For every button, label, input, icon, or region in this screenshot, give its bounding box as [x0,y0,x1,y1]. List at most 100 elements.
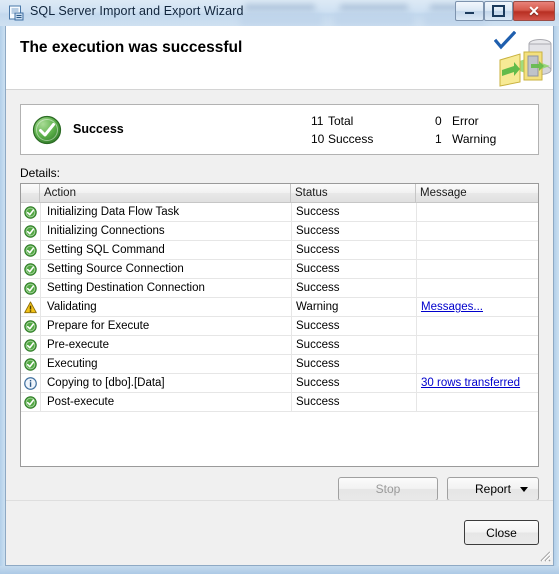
cell-action: Initializing Data Flow Task [40,203,291,221]
stat-success: 10 Success [311,132,373,146]
cell-message[interactable]: 30 rows transferred [416,374,538,392]
warning-status-icon [21,298,40,316]
success-status-icon [21,279,40,297]
stat-warning-label: Warning [452,132,497,146]
table-row[interactable]: Setting Source Connection Success [21,260,538,279]
table-row[interactable]: Post-execute Success [21,393,538,412]
close-button[interactable]: Close [464,520,539,545]
summary-status-label: Success [73,122,124,136]
page-title: The execution was successful [20,39,243,56]
info-status-icon [21,374,40,392]
cell-status: Success [291,260,416,278]
report-button[interactable]: Report [447,477,539,501]
glass-artifact [245,4,315,11]
close-window-button[interactable]: ✕ [513,1,555,21]
cell-message [416,222,538,240]
table-row[interactable]: Validating Warning Messages... [21,298,538,317]
cell-action: Prepare for Execute [40,317,291,335]
summary-panel: Success 11 Total 10 Success 0 Error 1 Warnin… [20,104,539,155]
cell-message[interactable]: Messages... [416,298,538,316]
maximize-icon [485,2,512,20]
window-frame-bottom [0,566,559,574]
stat-success-label: Success [328,132,374,146]
chevron-down-icon [520,486,528,492]
cell-message [416,241,538,259]
minimize-button[interactable] [455,1,484,21]
cell-action: Setting Destination Connection [40,279,291,297]
wizard-icon [8,5,24,21]
cell-message [416,355,538,373]
stat-warning: 1 Warning [435,132,496,146]
column-header-status[interactable]: Status [291,184,416,202]
table-row[interactable]: Prepare for Execute Success [21,317,538,336]
maximize-button[interactable] [484,1,513,21]
title-bar[interactable]: SQL Server Import and Export Wizard ✕ [0,0,559,26]
close-icon: ✕ [528,2,540,19]
window-frame-right [554,26,559,574]
table-row[interactable]: Initializing Data Flow Task Success [21,203,538,222]
cell-status: Success [291,355,416,373]
success-status-icon [21,336,40,354]
cell-message [416,336,538,354]
column-header-action[interactable]: Action [40,184,291,202]
stat-success-number: 10 [311,132,325,146]
wizard-window: SQL Server Import and Export Wizard ✕ Th… [0,0,559,574]
cell-action: Setting SQL Command [40,241,291,259]
cell-action: Initializing Connections [40,222,291,240]
minimize-icon [456,2,483,20]
cell-message [416,317,538,335]
success-status-icon [21,222,40,240]
glass-artifact [334,13,414,26]
stat-error-number: 0 [435,114,442,128]
stat-warning-number: 1 [435,132,442,146]
table-row[interactable]: Copying to [dbo].[Data] Success 30 rows tr… [21,374,538,393]
column-header-message[interactable]: Message [416,184,538,202]
success-status-icon [21,355,40,373]
glass-artifact [340,4,408,11]
dialog-footer: Close [6,500,553,564]
column-header-icon[interactable] [21,184,40,202]
success-status-icon [21,317,40,335]
message-link[interactable]: 30 rows transferred [421,377,520,389]
stat-total-number: 11 [311,114,324,128]
stat-error-label: Error [452,114,479,128]
cell-status: Success [291,222,416,240]
cell-action: Executing [40,355,291,373]
table-row[interactable]: Initializing Connections Success [21,222,538,241]
cell-status: Success [291,336,416,354]
stat-total: 11 Total [311,114,353,128]
cell-status: Success [291,317,416,335]
table-row[interactable]: Executing Success [21,355,538,374]
cell-status: Warning [291,298,416,316]
grid-rows: Initializing Data Flow Task Success Initia… [21,203,538,412]
cell-status: Success [291,203,416,221]
import-export-graphic [498,36,553,89]
stat-total-label: Total [328,114,354,128]
success-circle-icon [32,115,62,145]
stat-error: 0 Error [435,114,479,128]
cell-action: Validating [40,298,291,316]
details-label: Details: [20,166,61,180]
cell-status: Success [291,241,416,259]
cell-action: Post-execute [40,393,291,411]
glass-artifact [240,13,322,26]
cell-action: Copying to [dbo].[Data] [40,374,291,392]
message-link[interactable]: Messages... [421,301,483,313]
cell-status: Success [291,374,416,392]
cell-message [416,260,538,278]
resize-grip-icon[interactable] [538,549,552,563]
window-title: SQL Server Import and Export Wizard [30,4,244,18]
content-body: Success 11 Total 10 Success 0 Error 1 Warnin… [6,90,553,501]
table-row[interactable]: Setting Destination Connection Success [21,279,538,298]
success-status-icon [21,203,40,221]
cell-action: Pre-execute [40,336,291,354]
table-row[interactable]: Setting SQL Command Success [21,241,538,260]
stop-button[interactable]: Stop [338,477,438,501]
success-status-icon [21,241,40,259]
details-grid[interactable]: Action Status Message Initializing Data … [20,183,539,467]
table-row[interactable]: Pre-execute Success [21,336,538,355]
client-area: The execution was successful Success 11 … [5,26,554,566]
cell-status: Success [291,279,416,297]
cell-message [416,203,538,221]
cell-status: Success [291,393,416,411]
